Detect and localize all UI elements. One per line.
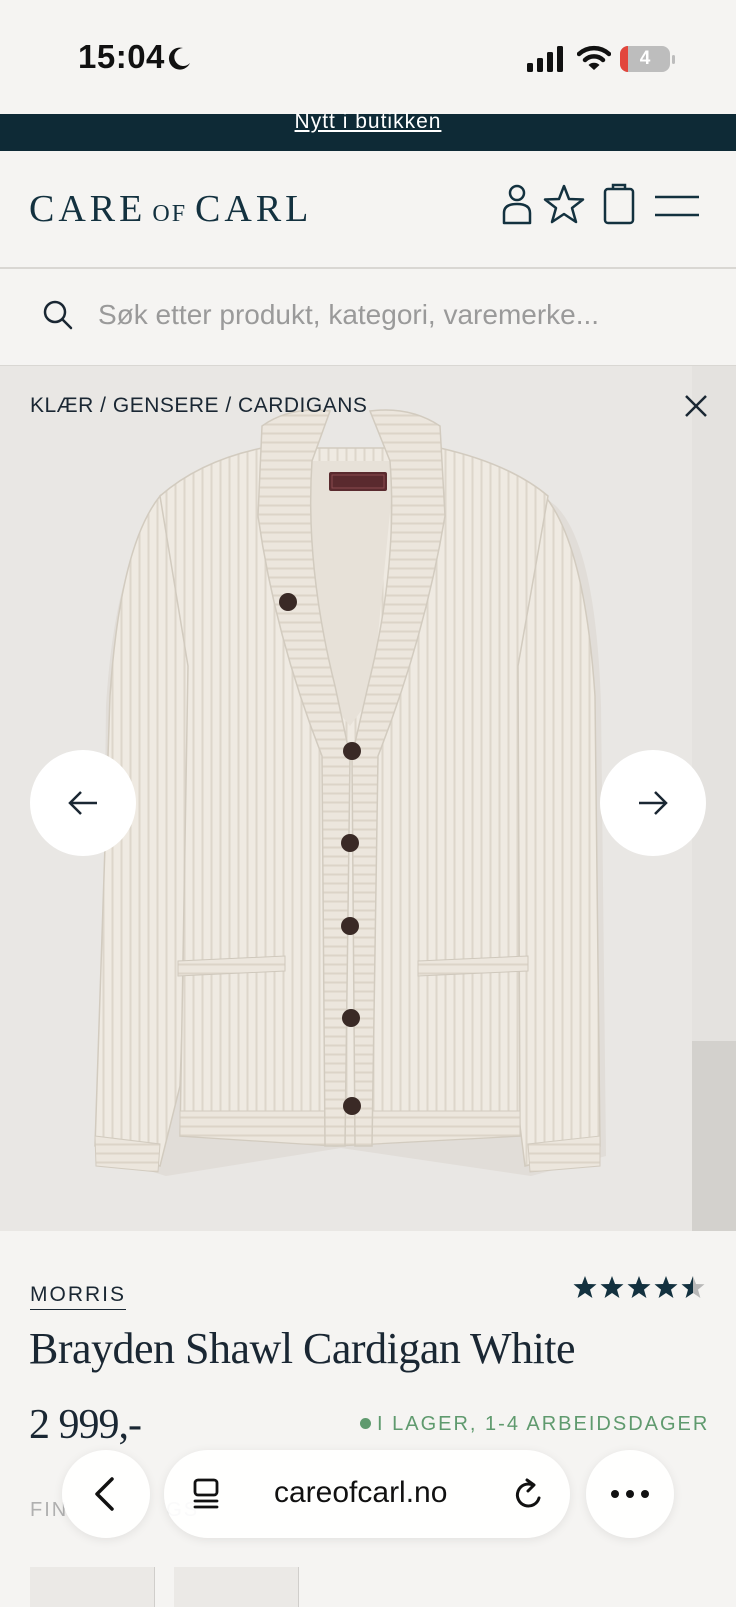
- browser-url: careofcarl.no: [274, 1476, 448, 1509]
- stock-status: I LAGER, 1-4 ARBEIDSDAGER: [360, 1413, 709, 1436]
- previous-image-button[interactable]: [30, 750, 136, 856]
- product-image-gallery[interactable]: KLÆR / GENSERE / CARDIGANS: [0, 366, 736, 1231]
- product-info: MORRIS Brayden Shawl Cardigan White 2 99…: [0, 1231, 736, 1607]
- product-price: 2 999,-: [29, 1402, 142, 1448]
- cellular-signal-icon: [527, 46, 563, 72]
- reload-icon[interactable]: [514, 1477, 546, 1511]
- browser-more-button[interactable]: [586, 1450, 674, 1538]
- battery-level: 4: [639, 48, 651, 69]
- next-image-button[interactable]: [600, 750, 706, 856]
- shopping-bag-icon[interactable]: [602, 183, 636, 225]
- hamburger-menu-icon[interactable]: [654, 195, 700, 217]
- search-input[interactable]: [98, 293, 698, 337]
- brand-link[interactable]: MORRIS: [30, 1283, 126, 1310]
- chevron-left-icon: [95, 1477, 114, 1511]
- battery-icon: 4: [620, 46, 675, 72]
- browser-back-button[interactable]: [62, 1450, 150, 1538]
- status-bar: 15:04 4: [0, 0, 736, 114]
- wishlist-star-icon[interactable]: [543, 183, 585, 225]
- browser-address-bar[interactable]: careofcarl.no: [164, 1450, 570, 1538]
- close-icon[interactable]: [684, 394, 708, 418]
- search-icon[interactable]: [42, 299, 74, 331]
- more-options-icon: [611, 1490, 649, 1498]
- site-header: CARE OF CARL: [0, 151, 736, 269]
- wifi-icon: [577, 45, 611, 70]
- account-icon[interactable]: [500, 183, 534, 225]
- product-title: Brayden Shawl Cardigan White: [29, 1324, 576, 1373]
- page-menu-icon[interactable]: [192, 1478, 222, 1510]
- product-thumbnail[interactable]: [30, 1567, 155, 1607]
- search-bar: [0, 269, 736, 366]
- product-thumbnail[interactable]: [174, 1567, 299, 1607]
- arrow-right-icon: [639, 791, 668, 815]
- breadcrumb[interactable]: KLÆR / GENSERE / CARDIGANS: [30, 394, 367, 418]
- stock-dot-icon: [360, 1418, 371, 1429]
- status-time: 15:04: [78, 38, 165, 75]
- rating-stars-icon[interactable]: [573, 1275, 707, 1301]
- promo-link[interactable]: Nytt i butikken: [295, 111, 442, 132]
- promo-bar: Nytt i butikken: [0, 111, 736, 151]
- care-of-carl-logo[interactable]: CARE OF CARL: [29, 187, 312, 231]
- moon-icon: [168, 47, 190, 70]
- arrow-left-icon: [68, 791, 97, 815]
